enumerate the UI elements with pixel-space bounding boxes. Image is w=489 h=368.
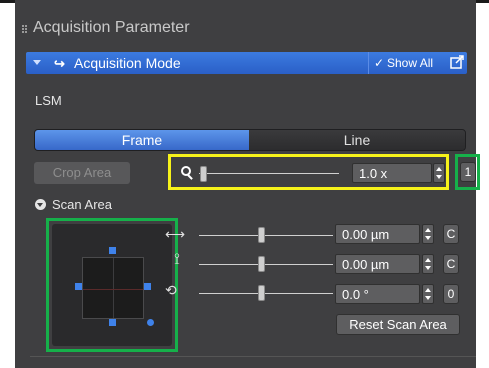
resize-handle-top[interactable]: [109, 247, 116, 254]
acquisition-mode-title: Acquisition Mode: [74, 55, 181, 71]
zoom-slider-track[interactable]: [199, 173, 339, 174]
offset-x-slider-track[interactable]: [199, 235, 333, 236]
zoom-icon: [181, 166, 193, 180]
zoom-one-button[interactable]: 1: [460, 162, 476, 182]
zoom-reset-highlight: 1: [455, 154, 480, 190]
section-divider: [30, 356, 476, 357]
offset-y-center-button[interactable]: C: [443, 254, 459, 274]
collapse-icon[interactable]: [33, 60, 41, 65]
offset-x-center-button[interactable]: C: [443, 224, 459, 244]
vertical-arrow-icon: ⟟: [174, 251, 180, 268]
rotate-icon: ⟲: [165, 282, 177, 298]
offset-x-field[interactable]: 0.00 µm: [335, 224, 420, 244]
show-all-label: Show All: [387, 56, 434, 70]
rotation-slider-track[interactable]: [199, 293, 333, 294]
expand-icon[interactable]: [35, 199, 46, 210]
tab-frame[interactable]: Frame: [35, 130, 249, 150]
scan-field[interactable]: [82, 257, 144, 319]
loop-icon: ↪: [54, 56, 65, 71]
rotation-zero-button[interactable]: 0: [443, 284, 459, 304]
show-all-button[interactable]: ✓ Show All: [368, 52, 447, 74]
zoom-control: 1.0 x: [168, 154, 449, 190]
scan-area-highlight: [46, 218, 178, 352]
center-horizontal-line: [83, 289, 143, 290]
section-title: Acquisition Parameter: [33, 19, 190, 36]
center-vertical-line: [113, 258, 114, 318]
horizontal-arrow-icon: ⟷: [165, 226, 186, 242]
offset-x-slider-thumb[interactable]: [258, 227, 265, 243]
popout-icon[interactable]: [450, 55, 464, 69]
grip-icon[interactable]: [22, 25, 28, 33]
offset-y-field[interactable]: 0.00 µm: [335, 254, 420, 274]
tab-line[interactable]: Line: [249, 130, 465, 150]
rotation-field[interactable]: 0.0 °: [335, 284, 420, 304]
zoom-field[interactable]: 1.0 x: [352, 163, 432, 183]
acquisition-mode-bar[interactable]: ↪ Acquisition Mode ✓ Show All: [26, 52, 467, 74]
offset-y-spinner[interactable]: [422, 254, 434, 274]
rotation-spinner[interactable]: [422, 284, 434, 304]
reset-scan-area-button[interactable]: Reset Scan Area: [336, 314, 460, 335]
offset-x-spinner[interactable]: [422, 224, 434, 244]
resize-handle-bottom[interactable]: [109, 319, 116, 326]
scan-area-title: Scan Area: [52, 197, 112, 212]
rotation-slider-thumb[interactable]: [258, 285, 265, 301]
lsm-label: LSM: [35, 93, 62, 108]
offset-y-slider-thumb[interactable]: [258, 256, 265, 272]
resize-handle-left[interactable]: [75, 283, 82, 290]
acquisition-parameter-panel: Acquisition Parameter ↪ Acquisition Mode…: [15, 0, 480, 368]
scan-area-preview[interactable]: [52, 224, 172, 346]
offset-y-slider-track[interactable]: [199, 264, 333, 265]
zoom-slider-thumb[interactable]: [200, 166, 207, 182]
scan-mode-tabs: Frame Line: [34, 129, 466, 151]
zoom-spinner[interactable]: [433, 163, 445, 183]
resize-handle-right[interactable]: [144, 283, 151, 290]
check-icon: ✓: [374, 56, 385, 70]
crop-area-button[interactable]: Crop Area: [34, 162, 130, 184]
rotation-handle[interactable]: [147, 319, 154, 326]
